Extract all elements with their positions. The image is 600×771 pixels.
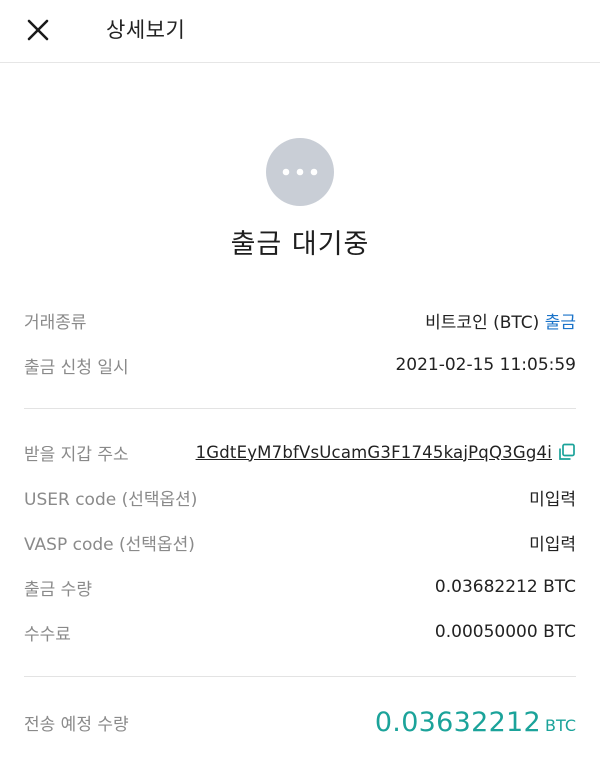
total-transfer-value: 0.03632212 BTC xyxy=(375,707,576,738)
divider xyxy=(24,676,576,677)
withdrawal-amount-row: 출금 수량 0.03682212 BTC xyxy=(24,572,576,602)
total-transfer-row: 전송 예정 수량 0.03632212 BTC xyxy=(24,702,576,742)
receive-address-value: 1GdtEyM7bfVsUcamG3F1745kajPqQ3Gg4i xyxy=(196,443,576,462)
status-indicator xyxy=(266,138,334,206)
total-transfer-amount: 0.03632212 xyxy=(374,706,542,738)
coin-name: 비트코인 (BTC) xyxy=(425,312,540,333)
receive-address-row: 받을 지갑 주소 1GdtEyM7bfVsUcamG3F1745kajPqQ3G… xyxy=(24,437,576,467)
more-dots-icon xyxy=(282,168,318,176)
copy-icon[interactable] xyxy=(558,443,576,461)
total-transfer-unit: BTC xyxy=(545,715,576,735)
divider xyxy=(24,408,576,409)
transaction-type-value: 비트코인 (BTC) 출금 xyxy=(425,308,576,333)
user-code-label: USER code (선택옵션) xyxy=(24,489,198,510)
fee-value: 0.00050000 BTC xyxy=(434,622,576,642)
page-title: 상세보기 xyxy=(106,18,186,42)
transaction-direction: 출금 xyxy=(544,312,576,333)
close-button[interactable] xyxy=(18,12,58,48)
transaction-type-row: 거래종류 비트코인 (BTC) 출금 xyxy=(24,305,576,335)
request-time-value: 2021-02-15 11:05:59 xyxy=(395,355,576,375)
receive-address-link[interactable]: 1GdtEyM7bfVsUcamG3F1745kajPqQ3Gg4i xyxy=(196,443,552,462)
total-transfer-label: 전송 예정 수량 xyxy=(24,714,129,735)
top-bar: 상세보기 xyxy=(0,0,600,63)
fee-label: 수수료 xyxy=(24,624,71,645)
withdrawal-amount-value: 0.03682212 BTC xyxy=(434,577,576,597)
withdrawal-detail-page: 상세보기 출금 대기중 거래종류 비트코인 (BTC) 출금 출금 신청 일시 … xyxy=(0,0,600,771)
user-code-value: 미입력 xyxy=(529,489,576,510)
vasp-code-label: VASP code (선택옵션) xyxy=(24,534,195,555)
vasp-code-value: 미입력 xyxy=(529,534,576,555)
status-title: 출금 대기중 xyxy=(230,229,370,260)
vasp-code-row: VASP code (선택옵션) 미입력 xyxy=(24,527,576,557)
close-icon xyxy=(27,19,49,41)
request-time-label: 출금 신청 일시 xyxy=(24,357,129,378)
withdrawal-amount-label: 출금 수량 xyxy=(24,579,92,600)
transaction-type-label: 거래종류 xyxy=(24,312,87,333)
fee-row: 수수료 0.00050000 BTC xyxy=(24,617,576,647)
receive-address-label: 받을 지갑 주소 xyxy=(24,444,129,465)
request-time-row: 출금 신청 일시 2021-02-15 11:05:59 xyxy=(24,350,576,380)
user-code-row: USER code (선택옵션) 미입력 xyxy=(24,482,576,512)
